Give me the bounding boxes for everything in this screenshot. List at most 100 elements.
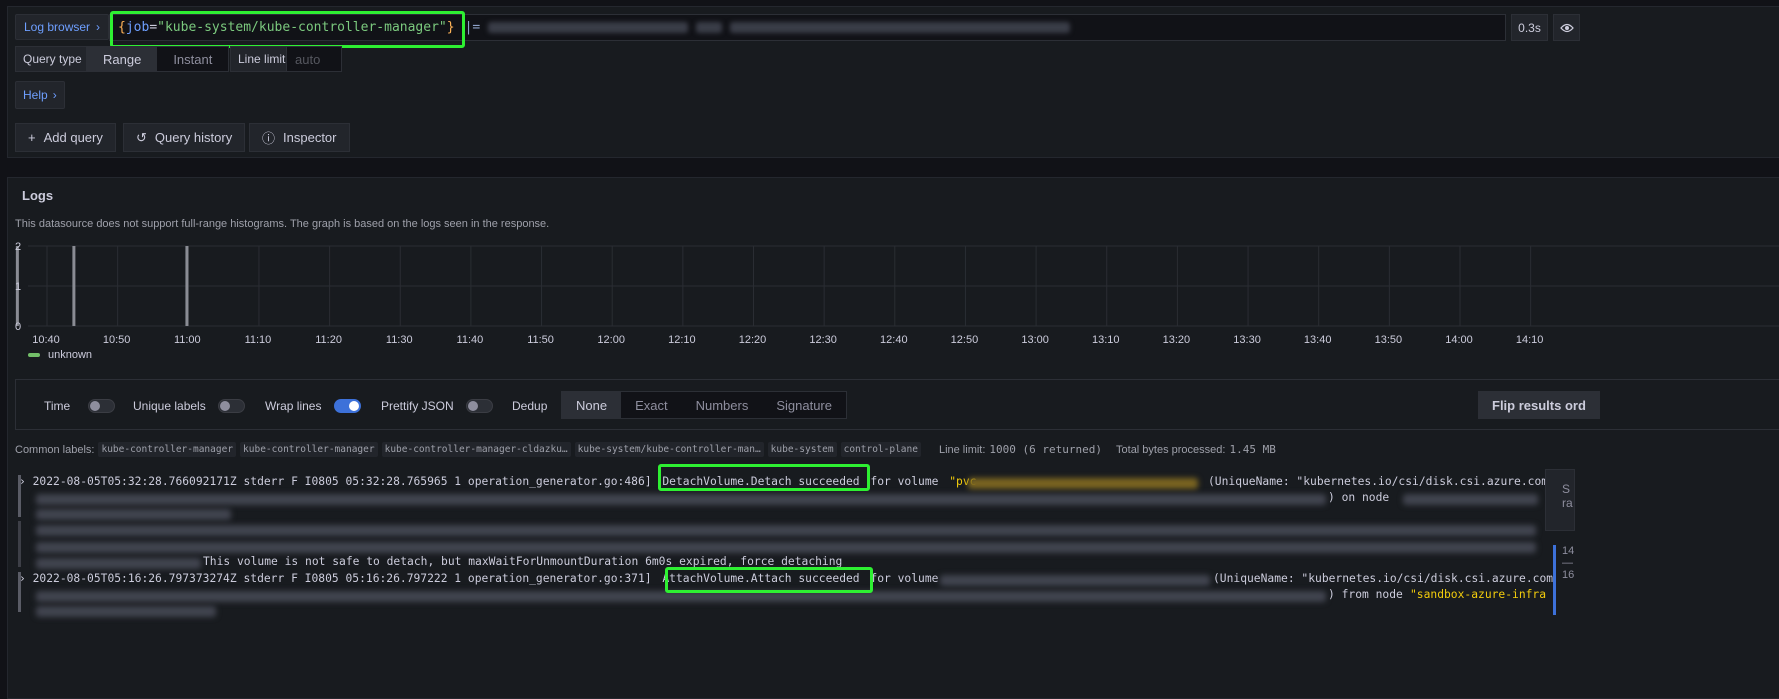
log-browser-button[interactable]: Log browser › <box>15 14 110 40</box>
chart-x-tick-label: 13:40 <box>1304 334 1332 346</box>
dedup-selector: None Exact Numbers Signature <box>561 391 847 419</box>
chevron-right-icon: › <box>19 475 26 488</box>
query-type-range[interactable]: Range <box>87 47 158 71</box>
wrap-lines-toggle[interactable] <box>334 399 361 413</box>
log-row-suffix: for volume <box>870 475 939 488</box>
query-type-instant[interactable]: Instant <box>157 47 229 71</box>
chart-x-tick-label: 14:00 <box>1445 334 1473 346</box>
line-limit-info-label: Line limit: <box>938 443 986 456</box>
query-timing: 0.3s <box>1511 14 1548 41</box>
query-type-label: Query type <box>15 46 90 72</box>
redacted-log-text <box>36 494 1326 505</box>
logs-panel: Logs This datasource does not support fu… <box>7 177 1779 699</box>
dedup-none[interactable]: None <box>562 392 622 418</box>
log-options-bar: Time Unique labels Wrap lines Prettify J… <box>15 379 1779 430</box>
chart-x-tick-label: 12:00 <box>597 334 625 346</box>
query-history-label: Query history <box>154 130 233 145</box>
chart-x-tick-label: 13:30 <box>1233 334 1261 346</box>
chart-x-tick-label: 13:10 <box>1092 334 1120 346</box>
chart-y-tick-label: 0 <box>15 321 21 333</box>
redacted-volume <box>968 478 1198 489</box>
bytes-processed-label: Total bytes processed: <box>1116 443 1226 456</box>
log-row-prefix: 2022-08-05T05:32:28.766092171Z stderr F … <box>32 475 652 488</box>
redacted-filter <box>730 22 1071 33</box>
preview-toggle-button[interactable] <box>1553 14 1580 41</box>
logs-title: Logs <box>22 188 54 203</box>
log-row-prefix: 2022-08-05T05:16:26.797373274Z stderr F … <box>32 572 652 585</box>
chart-x-tick-label: 11:40 <box>457 334 484 346</box>
common-label-chip: kube-system <box>767 442 837 457</box>
bytes-processed-value: 1.45 MB <box>1229 443 1276 456</box>
chart-x-tick-label: 10:50 <box>103 334 131 346</box>
redacted-log-text <box>36 525 1536 536</box>
prettify-json-toggle[interactable] <box>466 399 493 413</box>
common-label-chip: control-plane <box>840 442 921 457</box>
chart-x-tick-label: 13:50 <box>1375 334 1403 346</box>
chart-x-tick-label: 13:00 <box>1021 334 1049 346</box>
inspector-button[interactable]: ⓘ Inspector <box>249 123 350 152</box>
common-label-chip: kube-controller-manager-cldazku… <box>381 442 571 457</box>
query-pipe-operator: |= <box>464 20 481 35</box>
flip-results-order-button[interactable]: Flip results ord <box>1478 391 1600 419</box>
common-label-chip: kube-system/kube-controller-man… <box>574 442 764 457</box>
redacted-log-text <box>36 509 231 520</box>
chevron-right-icon: › <box>96 20 101 34</box>
query-history-button[interactable]: ↺ Query history <box>123 123 246 152</box>
line-limit-label: Line limit <box>230 46 294 72</box>
dedup-numbers[interactable]: Numbers <box>681 392 763 418</box>
wrap-lines-option-label: Wrap lines <box>265 399 322 413</box>
line-limit-input[interactable]: auto <box>286 46 342 72</box>
inspector-label: Inspector <box>283 130 337 145</box>
chart-y-tick-label: 2 <box>15 241 21 253</box>
help-label: Help <box>23 88 48 102</box>
query-type-toggle: Range Instant <box>86 46 230 72</box>
log-level-indicator <box>18 521 21 567</box>
chart-legend[interactable]: unknown <box>28 349 92 361</box>
chart-x-tick-label: 12:50 <box>951 334 979 346</box>
add-query-label: Add query <box>43 130 103 145</box>
chart-x-tick-label: 11:30 <box>386 334 413 346</box>
dedup-option-label: Dedup <box>512 399 548 413</box>
chart-x-tick-label: 10:40 <box>32 334 60 346</box>
dedup-signature[interactable]: Signature <box>762 392 846 418</box>
highlight-annotation <box>665 567 873 593</box>
time-option-label: Time <box>44 399 71 413</box>
log-row-line2-tail: ) from node <box>1328 588 1403 601</box>
plus-icon: + <box>28 130 36 145</box>
log-row-unique-name: (UniqueName: "kubernetes.io/csi/disk.csi… <box>1213 572 1554 585</box>
chart-x-tick-label: 12:20 <box>739 334 767 346</box>
log-row-unique-name: (UniqueName: "kubernetes.io/csi/disk.csi… <box>1208 475 1549 488</box>
log-row-suffix: for volume <box>870 572 939 585</box>
logs-volume-chart: 0 1 2 10:40 10:50 11:00 11:10 11:20 11:30 11:40 1… <box>15 241 1779 346</box>
log-browser-label: Log browser <box>24 20 91 34</box>
legend-label: unknown <box>48 349 93 361</box>
line-limit-info-value: 1000 (6 returned) <box>989 443 1103 456</box>
redacted-volume <box>940 575 1210 586</box>
chart-x-tick-label: 14:10 <box>1516 334 1544 346</box>
log-row-node-name: "sandbox-azure-infra <box>1410 588 1547 601</box>
eye-icon <box>1559 23 1574 32</box>
common-labels-title: Common labels: <box>15 443 95 456</box>
chart-y-tick-label: 1 <box>15 281 21 293</box>
redacted-node <box>1403 494 1538 505</box>
chart-x-tick-label: 12:40 <box>880 334 908 346</box>
query-editor-panel: Log browser › {job = "kube-system/kube-con… <box>7 6 1779 158</box>
highlight-annotation <box>110 11 465 48</box>
side-panel-stub: S ra <box>1545 469 1575 531</box>
redacted-log-text <box>36 558 201 569</box>
redacted-log-text <box>36 606 216 617</box>
add-query-button[interactable]: + Add query <box>15 123 116 152</box>
legend-swatch <box>28 353 40 357</box>
chart-x-tick-label: 11:00 <box>174 334 201 346</box>
chart-bar[interactable] <box>72 246 76 326</box>
help-button[interactable]: Help › <box>15 81 65 109</box>
time-toggle[interactable] <box>88 399 115 413</box>
chart-x-tick-label: 12:30 <box>809 334 837 346</box>
unique-labels-toggle[interactable] <box>218 399 245 413</box>
chart-bar[interactable] <box>185 246 189 326</box>
chart-x-tick-label: 11:10 <box>245 334 272 346</box>
prettify-json-option-label: Prettify JSON <box>381 399 454 413</box>
dedup-exact[interactable]: Exact <box>621 392 682 418</box>
chevron-right-icon: › <box>19 572 26 585</box>
chart-x-tick-label: 12:10 <box>668 334 696 346</box>
